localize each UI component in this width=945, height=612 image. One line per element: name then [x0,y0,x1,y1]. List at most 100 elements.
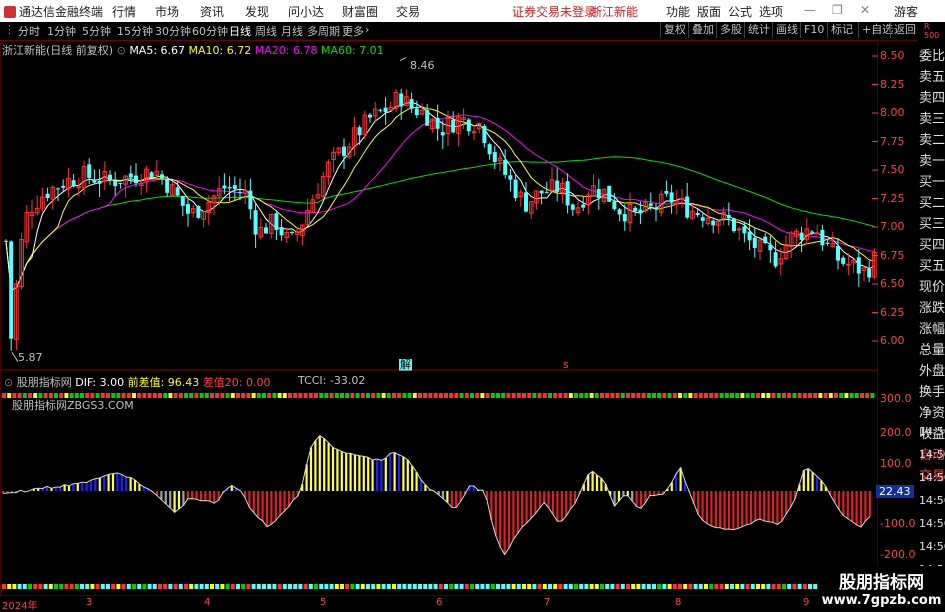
signal-dot [433,393,438,398]
signal-dot [230,393,235,398]
indicator-name[interactable]: 股朋指标网 [17,376,72,389]
signal-dot [158,584,162,589]
signal-dot [527,393,532,398]
period-fenshi[interactable]: 分时 [18,23,40,39]
indicator-settings-icon[interactable]: ⊙ [4,376,13,389]
candle-body [165,179,170,193]
signal-dot [641,584,646,589]
menu-zixun[interactable]: 资讯 [200,3,224,20]
signal-dot [288,584,292,589]
close-icon[interactable]: ✕ [860,3,870,17]
time-tick: 14:56 [919,540,945,553]
candle-body [160,174,164,179]
menu-shichang[interactable]: 市场 [155,3,179,20]
signal-dot [652,393,656,398]
signal-dot [678,393,682,398]
candle-body [747,231,752,241]
btn-f10[interactable]: F10 [800,22,827,38]
signal-dot [714,393,719,398]
period-60min[interactable]: 60分钟 [192,23,228,39]
expand-icon[interactable]: ⋮ [4,23,15,36]
candle-body [76,186,82,189]
signal-dot [672,393,677,398]
signal-dot [527,584,532,589]
signal-dot [225,393,230,398]
candle-body [451,119,456,133]
signal-dot [485,393,490,398]
signal-dot [360,393,365,398]
period-toolbar: ⋮ 分时 1分钟 5分钟 15分钟 30分钟 60分钟 日线 周线 月线 多周期… [0,22,945,41]
ma20-path [5,114,875,291]
menu-wenxiaoda[interactable]: 问小达 [288,3,324,20]
signal-dot [111,584,116,589]
period-daily[interactable]: 日线 [229,23,251,39]
legend-gear-icon[interactable]: ⊙ [117,44,126,57]
signal-dot [605,584,610,589]
period-multi[interactable]: 多周期 [307,23,340,39]
candles [4,57,877,363]
label-sell4: 卖四 [919,91,945,106]
signal-dot [818,393,823,398]
candle-body [128,173,133,178]
more-chevron-icon[interactable]: › [365,23,369,36]
signal-dot [74,584,79,589]
candle-body [248,190,253,210]
period-5min[interactable]: 5分钟 [82,23,111,39]
btn-duogu[interactable]: 多股 [716,22,745,38]
signal-dot [600,393,604,398]
btn-biaoji[interactable]: 标记 [827,22,856,38]
signal-dot [693,584,698,589]
period-monthly[interactable]: 月线 [281,23,303,39]
period-15min[interactable]: 15分钟 [117,23,153,39]
period-weekly[interactable]: 周线 [255,23,277,39]
menu-banmian[interactable]: 版面 [697,3,721,20]
minimize-icon[interactable]: — [804,3,816,17]
signal-dot [454,393,459,398]
candle-body [399,93,404,107]
period-1min[interactable]: 1分钟 [47,23,76,39]
main-frame [0,40,878,370]
signal-dot [345,584,350,589]
candle-body [633,207,638,212]
btn-tongji[interactable]: 统计 [744,22,773,38]
candle-body [638,209,643,214]
btn-diejia[interactable]: 叠加 [688,22,717,38]
period-more[interactable]: 更多 [342,23,364,39]
time-tick: 14:56 [919,448,945,461]
menu-faxian[interactable]: 发现 [245,3,269,20]
signal-dot [667,584,672,589]
menu-hangqing[interactable]: 行情 [112,3,136,20]
signal-dot [641,393,646,398]
menu-jiaoyi[interactable]: 交易 [396,3,420,20]
period-30min[interactable]: 30分钟 [155,23,191,39]
login-status[interactable]: 证券交易未登录 [512,3,596,20]
kline-chart[interactable] [0,40,878,370]
signal-dot [184,584,188,589]
candle-body [648,203,653,206]
signal-dot [319,393,324,398]
menu-gongshi[interactable]: 公式 [728,3,752,20]
menu-xuanxiang[interactable]: 选项 [759,3,783,20]
signal-dot [740,584,745,589]
signal-dot [615,393,620,398]
btn-fuquan[interactable]: 复权 [660,22,689,38]
r-badge-letter: R [924,22,930,31]
signal-dot [631,584,636,589]
candle-body [622,214,627,222]
guest-label[interactable]: 游客 [894,3,918,20]
signal-dot [740,393,745,398]
label-zongliang: 总量 [919,343,945,358]
restore-icon[interactable]: ❐ [832,3,843,17]
menu-caifuquan[interactable]: 财富圈 [342,3,378,20]
candle-body [732,218,736,232]
candle-body [342,146,346,156]
signal-dot [870,393,875,398]
menu-gongneng[interactable]: 功能 [666,3,690,20]
signal-dot [761,584,766,589]
btn-fanhui[interactable]: 返回 [890,22,919,38]
signal-dot [438,584,443,589]
signal-dot [397,584,402,589]
btn-huaxian[interactable]: 画线 [772,22,801,38]
signal-dot [147,584,152,589]
signal-dot [667,393,672,398]
